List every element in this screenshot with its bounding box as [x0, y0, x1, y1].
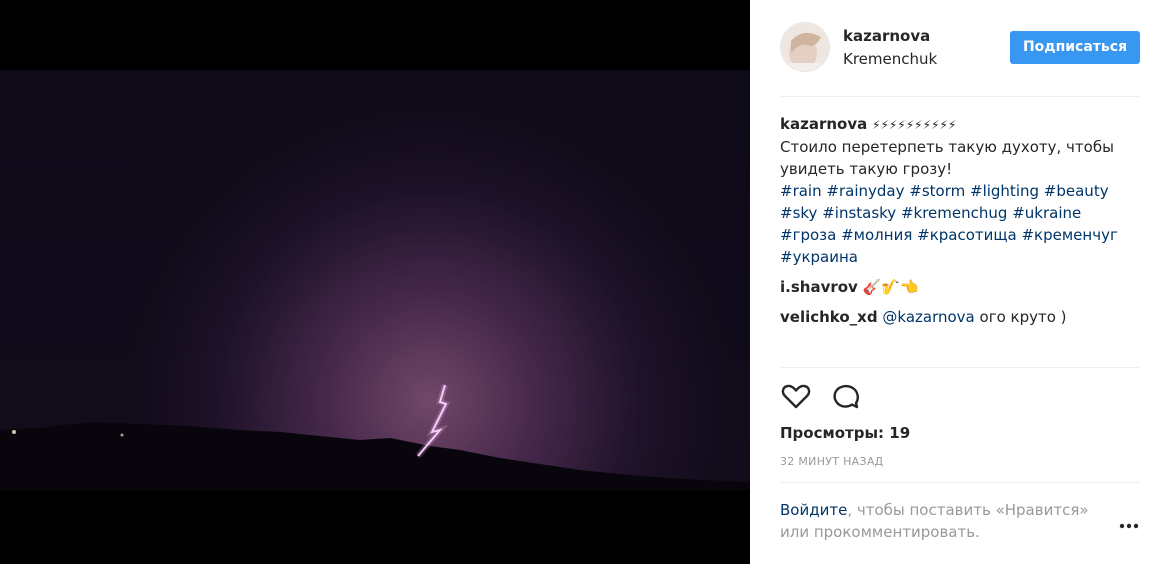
- hashtag-link[interactable]: #ukraine: [1012, 204, 1081, 222]
- author-username[interactable]: kazarnova: [843, 27, 930, 45]
- caption-username[interactable]: kazarnova: [780, 115, 867, 133]
- caption-hashtags: #rain #rainyday #storm #lighting #beauty…: [780, 182, 1118, 266]
- hashtag-link[interactable]: #lighting: [970, 182, 1039, 200]
- comment-text: 🎸🎷👈: [862, 278, 919, 296]
- caption-emoji: ⚡⚡⚡⚡⚡⚡⚡⚡⚡⚡: [872, 118, 957, 132]
- hashtag-link[interactable]: #красотища: [917, 226, 1017, 244]
- divider: [780, 96, 1140, 97]
- hashtag-link[interactable]: #кременчуг: [1021, 226, 1117, 244]
- post-timestamp[interactable]: 32 МИНУТ НАЗАД: [780, 455, 884, 469]
- hashtag-link[interactable]: #storm: [909, 182, 965, 200]
- post-photo[interactable]: [0, 0, 750, 564]
- hashtag-link[interactable]: #beauty: [1044, 182, 1109, 200]
- caption-text: Стоило перетерпеть такую духоту, чтобы у…: [780, 138, 1114, 178]
- comment: i.shavrov 🎸🎷👈: [780, 276, 1140, 298]
- comment: velichko_xd @kazarnova ого круто ): [780, 306, 1140, 328]
- follow-button[interactable]: Подписаться: [1010, 31, 1140, 64]
- views-count: Просмотры: 19: [780, 424, 911, 442]
- post-header: kazarnova Kremenchuk Подписаться: [780, 22, 1140, 74]
- login-link[interactable]: Войдите: [780, 501, 847, 519]
- caption: kazarnova ⚡⚡⚡⚡⚡⚡⚡⚡⚡⚡ Стоило перетерпеть …: [780, 113, 1140, 268]
- hashtag-link[interactable]: #молния: [841, 226, 912, 244]
- login-prompt: Войдите, чтобы поставить «Нравится» или …: [780, 499, 1110, 543]
- divider: [780, 367, 1140, 368]
- heart-icon[interactable]: [780, 380, 812, 412]
- lightning-photo: [0, 70, 750, 490]
- avatar[interactable]: [780, 22, 830, 72]
- avatar-photo: [781, 23, 829, 71]
- comment-text: ого круто ): [979, 308, 1067, 326]
- more-options-icon[interactable]: [1117, 518, 1141, 532]
- location-link[interactable]: Kremenchuk: [843, 50, 937, 68]
- hashtag-link[interactable]: #kremenchug: [901, 204, 1007, 222]
- comment-bubble-icon[interactable]: [830, 380, 862, 412]
- hashtag-link[interactable]: #rainyday: [826, 182, 904, 200]
- hashtag-link[interactable]: #украина: [780, 248, 858, 266]
- post-side-panel: kazarnova Kremenchuk Подписаться kazarno…: [750, 0, 1165, 564]
- hashtag-link[interactable]: #гроза: [780, 226, 836, 244]
- comment-username[interactable]: i.shavrov: [780, 278, 858, 296]
- post-actions: [780, 380, 1140, 414]
- hashtag-link[interactable]: #rain: [780, 182, 822, 200]
- hashtag-link[interactable]: #instasky: [822, 204, 896, 222]
- divider: [780, 482, 1140, 483]
- comment-mention[interactable]: @kazarnova: [882, 308, 974, 326]
- comment-username[interactable]: velichko_xd: [780, 308, 878, 326]
- hashtag-link[interactable]: #sky: [780, 204, 817, 222]
- comments-list: kazarnova ⚡⚡⚡⚡⚡⚡⚡⚡⚡⚡ Стоило перетерпеть …: [780, 113, 1140, 336]
